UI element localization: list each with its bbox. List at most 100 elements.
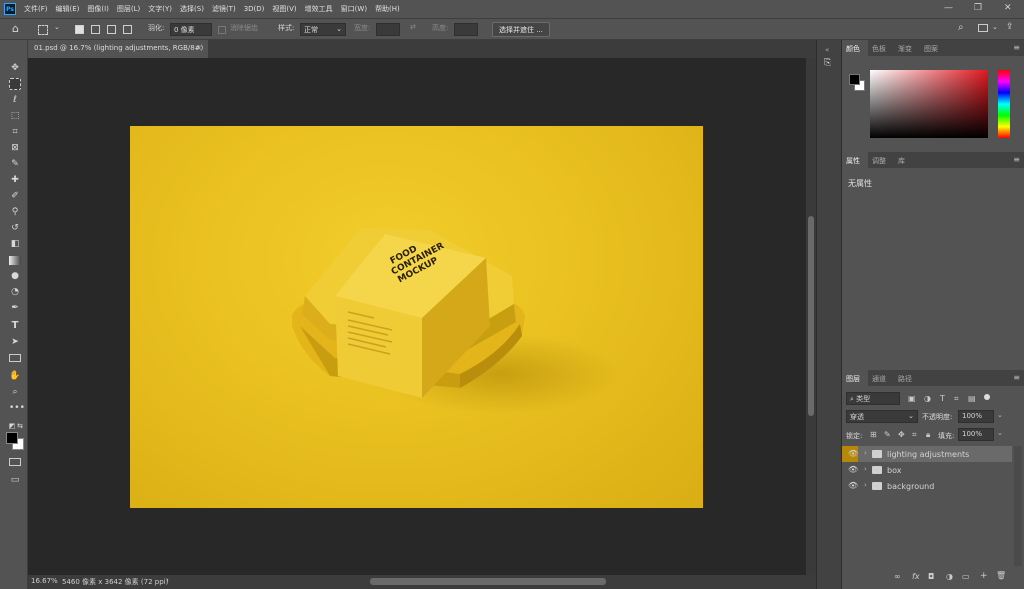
brush-tool-icon[interactable]: ✐ <box>9 190 21 202</box>
foreground-color-chip[interactable] <box>849 74 860 85</box>
layers-scrollbar[interactable] <box>1014 446 1022 566</box>
select-and-mask-button[interactable]: 选择并遮住 ... <box>492 22 550 37</box>
menu-file[interactable]: 文件(F) <box>24 4 48 14</box>
menu-window[interactable]: 窗口(W) <box>341 4 367 14</box>
zoom-level[interactable]: 16.67% <box>31 577 58 585</box>
marquee-preset-icon[interactable] <box>38 25 48 35</box>
menu-select[interactable]: 选择(S) <box>180 4 204 14</box>
object-select-tool-icon[interactable]: ⬚ <box>9 110 21 122</box>
rectangle-tool-icon[interactable] <box>9 354 21 362</box>
menu-filter[interactable]: 滤镜(T) <box>212 4 236 14</box>
tab-color[interactable]: 颜色 <box>846 44 860 54</box>
search-icon[interactable]: ⌕ <box>958 22 964 33</box>
workspace-icon[interactable] <box>978 24 988 32</box>
frame-tool-icon[interactable]: ⊠ <box>9 142 21 154</box>
panel-menu-icon[interactable]: ≡ <box>1013 155 1020 164</box>
collapse-icon[interactable]: « <box>825 46 829 54</box>
chevron-down-icon[interactable]: ⌄ <box>992 23 998 31</box>
delete-layer-icon[interactable]: 🗑 <box>996 571 1006 580</box>
panel-menu-icon[interactable]: ≡ <box>1013 373 1020 382</box>
menu-type[interactable]: 文字(Y) <box>148 4 172 14</box>
tab-patterns[interactable]: 图案 <box>924 44 938 54</box>
visibility-eye-icon[interactable]: 👁︎ <box>848 465 858 474</box>
visibility-eye-icon[interactable]: 👁︎ <box>848 481 858 490</box>
intersect-selection-icon[interactable] <box>123 25 132 34</box>
tab-gradients[interactable]: 渐变 <box>898 44 912 54</box>
filter-pixel-icon[interactable]: ▣ <box>908 394 916 403</box>
filter-type-icon[interactable]: T <box>940 394 945 403</box>
history-brush-tool-icon[interactable]: ↺ <box>9 222 21 234</box>
horizontal-scroll-thumb[interactable] <box>370 578 606 585</box>
history-panel-icon[interactable]: ⎘ <box>824 58 831 68</box>
menu-edit[interactable]: 编辑(E) <box>56 4 80 14</box>
filter-shape-icon[interactable]: ⌗ <box>954 394 959 404</box>
fill-input[interactable]: 100% <box>958 428 994 441</box>
tab-channels[interactable]: 通道 <box>872 374 886 384</box>
layer-row-box[interactable]: 👁︎ › box <box>842 462 1012 478</box>
menu-help[interactable]: 帮助(H) <box>375 4 400 14</box>
style-select[interactable]: 正常 ⌄ <box>300 23 346 36</box>
opacity-input[interactable]: 100% <box>958 410 994 423</box>
share-icon[interactable]: ⇪ <box>1006 22 1014 32</box>
menu-view[interactable]: 视图(V) <box>272 4 296 14</box>
antialias-checkbox[interactable] <box>218 26 226 34</box>
width-input[interactable] <box>376 23 400 36</box>
menu-plugins[interactable]: 增效工具 <box>305 4 333 14</box>
lock-artboard-icon[interactable]: ⌗ <box>912 430 917 440</box>
zoom-tool-icon[interactable]: ⌕ <box>9 386 21 398</box>
eraser-tool-icon[interactable]: ◧ <box>9 238 21 250</box>
tab-layers[interactable]: 图层 <box>846 374 860 384</box>
canvas-area[interactable]: FOOD CONTAINER MOCKUP <box>28 58 806 575</box>
swap-colors-icon[interactable]: ⇆ <box>14 420 26 432</box>
crop-tool-icon[interactable]: ⌗ <box>9 126 21 138</box>
link-layers-icon[interactable]: ∞ <box>894 572 901 581</box>
filter-smart-object-icon[interactable]: ▤ <box>968 394 976 403</box>
visibility-eye-icon[interactable]: 👁︎ <box>848 449 858 458</box>
maximize-button[interactable]: ❐ <box>974 3 982 13</box>
screen-mode-icon[interactable]: ▭ <box>9 474 21 486</box>
swap-dimensions-icon[interactable]: ⇄ <box>410 23 416 31</box>
panel-menu-icon[interactable]: ≡ <box>1013 43 1020 52</box>
new-group-icon[interactable]: ▭ <box>962 572 970 581</box>
filter-adjustment-icon[interactable]: ◑ <box>924 394 931 403</box>
layer-row-background[interactable]: 👁︎ › background <box>842 478 1012 494</box>
move-tool-icon[interactable]: ✥ <box>9 62 21 74</box>
subtract-selection-icon[interactable] <box>107 25 116 34</box>
saturation-brightness-field[interactable] <box>870 70 988 138</box>
height-input[interactable] <box>454 23 478 36</box>
lock-all-icon[interactable]: 🔒︎ <box>926 430 930 440</box>
minimize-button[interactable]: — <box>944 3 953 13</box>
foreground-color-swatch[interactable] <box>6 432 18 444</box>
home-icon[interactable]: ⌂ <box>12 22 19 35</box>
filter-toggle-icon[interactable] <box>984 394 990 400</box>
add-selection-icon[interactable] <box>91 25 100 34</box>
chevron-down-icon[interactable]: ⌄ <box>997 411 1003 419</box>
new-selection-icon[interactable] <box>75 25 84 34</box>
lock-position-icon[interactable]: ✥ <box>898 430 905 439</box>
chevron-down-icon[interactable]: ⌄ <box>54 23 60 31</box>
hue-slider[interactable] <box>998 70 1010 138</box>
tab-properties[interactable]: 属性 <box>846 156 860 166</box>
healing-brush-tool-icon[interactable]: ✚ <box>9 174 21 186</box>
lock-image-icon[interactable]: ✎ <box>884 430 891 439</box>
chevron-right-icon[interactable]: › <box>864 465 867 473</box>
layer-effects-icon[interactable]: fx <box>912 572 920 581</box>
add-mask-icon[interactable]: ◘ <box>928 572 934 581</box>
close-tab-icon[interactable]: × <box>196 44 202 52</box>
marquee-tool-icon[interactable] <box>9 78 21 90</box>
document-tab[interactable]: 01.psd @ 16.7% (lighting adjustments, RG… <box>28 40 208 58</box>
chevron-down-icon[interactable]: ⌄ <box>997 429 1003 437</box>
menu-layer[interactable]: 图层(L) <box>117 4 140 14</box>
quick-mask-icon[interactable] <box>9 458 21 466</box>
menu-3d[interactable]: 3D(D) <box>244 5 265 13</box>
lock-transparency-icon[interactable]: ⊞ <box>870 430 877 439</box>
blur-tool-icon[interactable]: ● <box>9 270 21 282</box>
clone-stamp-tool-icon[interactable]: ⚲ <box>9 206 21 218</box>
vertical-scroll-thumb[interactable] <box>808 216 814 416</box>
lasso-tool-icon[interactable]: ℓ <box>9 94 21 106</box>
tab-paths[interactable]: 路径 <box>898 374 912 384</box>
layer-filter-select[interactable]: ⌕ 类型 <box>846 392 900 405</box>
layer-row-lighting-adjustments[interactable]: 👁︎ › lighting adjustments <box>842 446 1012 462</box>
pen-tool-icon[interactable]: ✒ <box>9 302 21 314</box>
tab-adjustments[interactable]: 调整 <box>872 156 886 166</box>
